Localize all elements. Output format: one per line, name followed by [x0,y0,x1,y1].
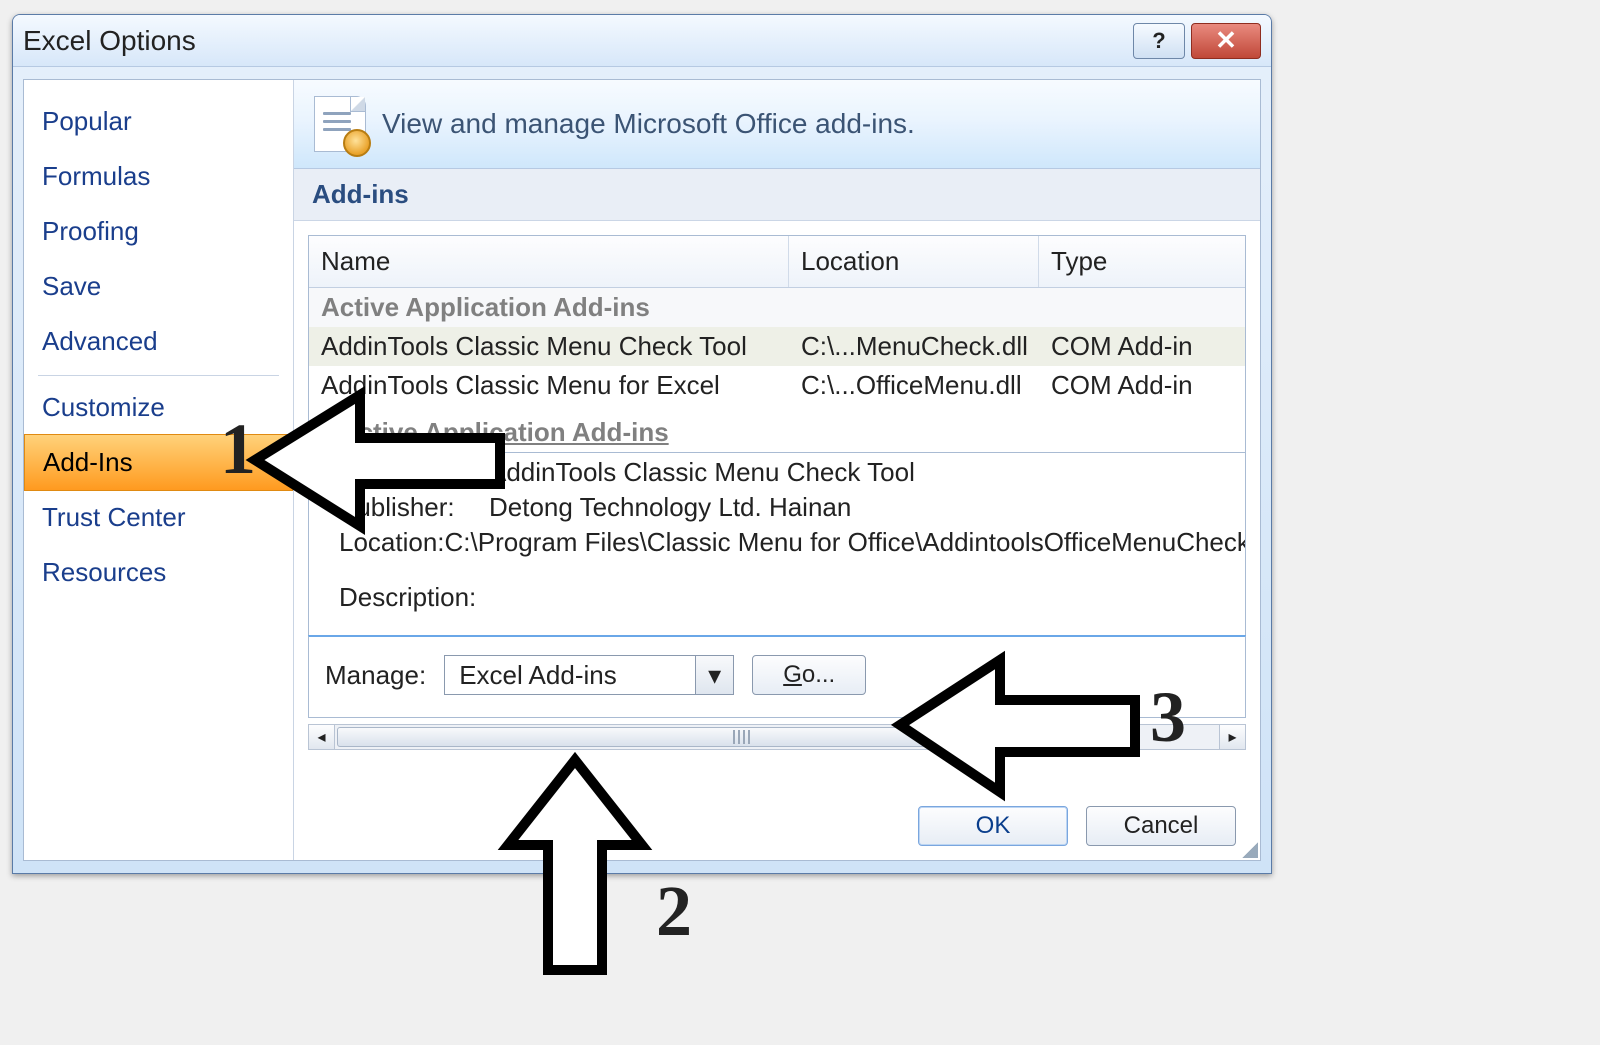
close-button[interactable]: ✕ [1191,23,1261,59]
resize-grip-icon[interactable] [1238,838,1258,858]
col-header-type[interactable]: Type [1039,236,1245,287]
detail-addin-value: AddinTools Classic Menu Check Tool [489,455,915,490]
addins-page-icon [314,96,366,152]
chevron-down-icon: ▾ [708,660,721,691]
dialog-body: Popular Formulas Proofing Save Advanced … [23,79,1261,861]
sidebar-item-label: Customize [42,392,165,422]
section-label-addins: Add-ins [294,169,1260,221]
horizontal-scrollbar[interactable]: ◂ ▸ [308,724,1246,750]
addin-name-cell: AddinTools Classic Menu for Excel [309,368,789,403]
group-active-addins: Active Application Add-ins [309,288,1245,327]
sidebar-item-label: Popular [42,106,132,136]
gear-icon [343,129,371,157]
sidebar-item-advanced[interactable]: Advanced [24,314,293,369]
col-header-name[interactable]: Name [309,236,789,287]
detail-description-label: Description: [339,580,489,615]
go-button[interactable]: Go... [752,655,866,695]
sidebar-item-popular[interactable]: Popular [24,94,293,149]
group-inactive-addins: Inactive Application Add-ins [309,405,1245,452]
detail-location-label: Location: [339,525,445,560]
addin-details: Add-in:AddinTools Classic Menu Check Too… [308,453,1246,635]
go-button-label: Go... [783,661,835,689]
help-icon: ? [1152,28,1165,54]
sidebar-item-save[interactable]: Save [24,259,293,314]
sidebar-item-label: Add-Ins [43,447,133,477]
sidebar-item-label: Resources [42,557,166,587]
main-header: View and manage Microsoft Office add-ins… [294,80,1260,169]
scroll-right-button[interactable]: ▸ [1219,725,1245,749]
cancel-button[interactable]: Cancel [1086,806,1236,846]
manage-dropdown-value: Excel Add-ins [445,656,695,694]
col-header-location[interactable]: Location [789,236,1039,287]
annotation-1: 1 [220,408,256,491]
main-header-caption: View and manage Microsoft Office add-ins… [382,108,915,140]
excel-options-dialog: Excel Options ? ✕ Popular Formulas Proof… [12,14,1272,874]
addins-list: Name Location Type Active Application Ad… [308,235,1246,453]
addin-type-cell: COM Add-in [1039,329,1245,364]
ok-button[interactable]: OK [918,806,1068,846]
sidebar-item-label: Formulas [42,161,150,191]
scroll-left-button[interactable]: ◂ [309,725,335,749]
addins-list-header: Name Location Type [309,236,1245,288]
addin-loc-cell: C:\...OfficeMenu.dll [789,368,1039,403]
scroll-thumb[interactable] [335,725,1219,749]
detail-addin-label: Add-in: [339,455,489,490]
sidebar-item-label: Proofing [42,216,139,246]
close-icon: ✕ [1215,25,1237,56]
sidebar-item-label: Trust Center [42,502,186,532]
sidebar-divider [38,375,279,376]
annotation-3: 3 [1150,676,1186,759]
addin-loc-cell: C:\...MenuCheck.dll [789,329,1039,364]
detail-location-value: C:\Program Files\Classic Menu for Office… [445,525,1246,560]
detail-publisher-label: Publisher: [339,490,489,525]
manage-dropdown[interactable]: Excel Add-ins ▾ [444,655,734,695]
annotation-2: 2 [656,870,692,953]
sidebar-item-label: Advanced [42,326,158,356]
manage-label: Manage: [325,660,426,691]
cancel-button-label: Cancel [1124,812,1199,840]
help-button[interactable]: ? [1133,23,1185,59]
dialog-buttons: OK Cancel [918,806,1236,846]
sidebar-item-proofing[interactable]: Proofing [24,204,293,259]
sidebar-item-label: Save [42,271,101,301]
addin-type-cell: COM Add-in [1039,368,1245,403]
window-title: Excel Options [23,25,196,57]
title-controls: ? ✕ [1133,23,1261,59]
dropdown-toggle[interactable]: ▾ [695,656,733,694]
addin-name-cell: AddinTools Classic Menu Check Tool [309,329,789,364]
manage-bar: Manage: Excel Add-ins ▾ Go... [308,635,1246,718]
sidebar-item-resources[interactable]: Resources [24,545,293,600]
sidebar-item-formulas[interactable]: Formulas [24,149,293,204]
addin-row[interactable]: AddinTools Classic Menu Check Tool C:\..… [309,327,1245,366]
titlebar: Excel Options ? ✕ [13,15,1271,67]
addin-row[interactable]: AddinTools Classic Menu for Excel C:\...… [309,366,1245,405]
detail-publisher-value: Detong Technology Ltd. Hainan [489,490,851,525]
ok-button-label: OK [976,812,1011,840]
main-panel: View and manage Microsoft Office add-ins… [294,80,1260,860]
sidebar-item-trust-center[interactable]: Trust Center [24,490,293,545]
